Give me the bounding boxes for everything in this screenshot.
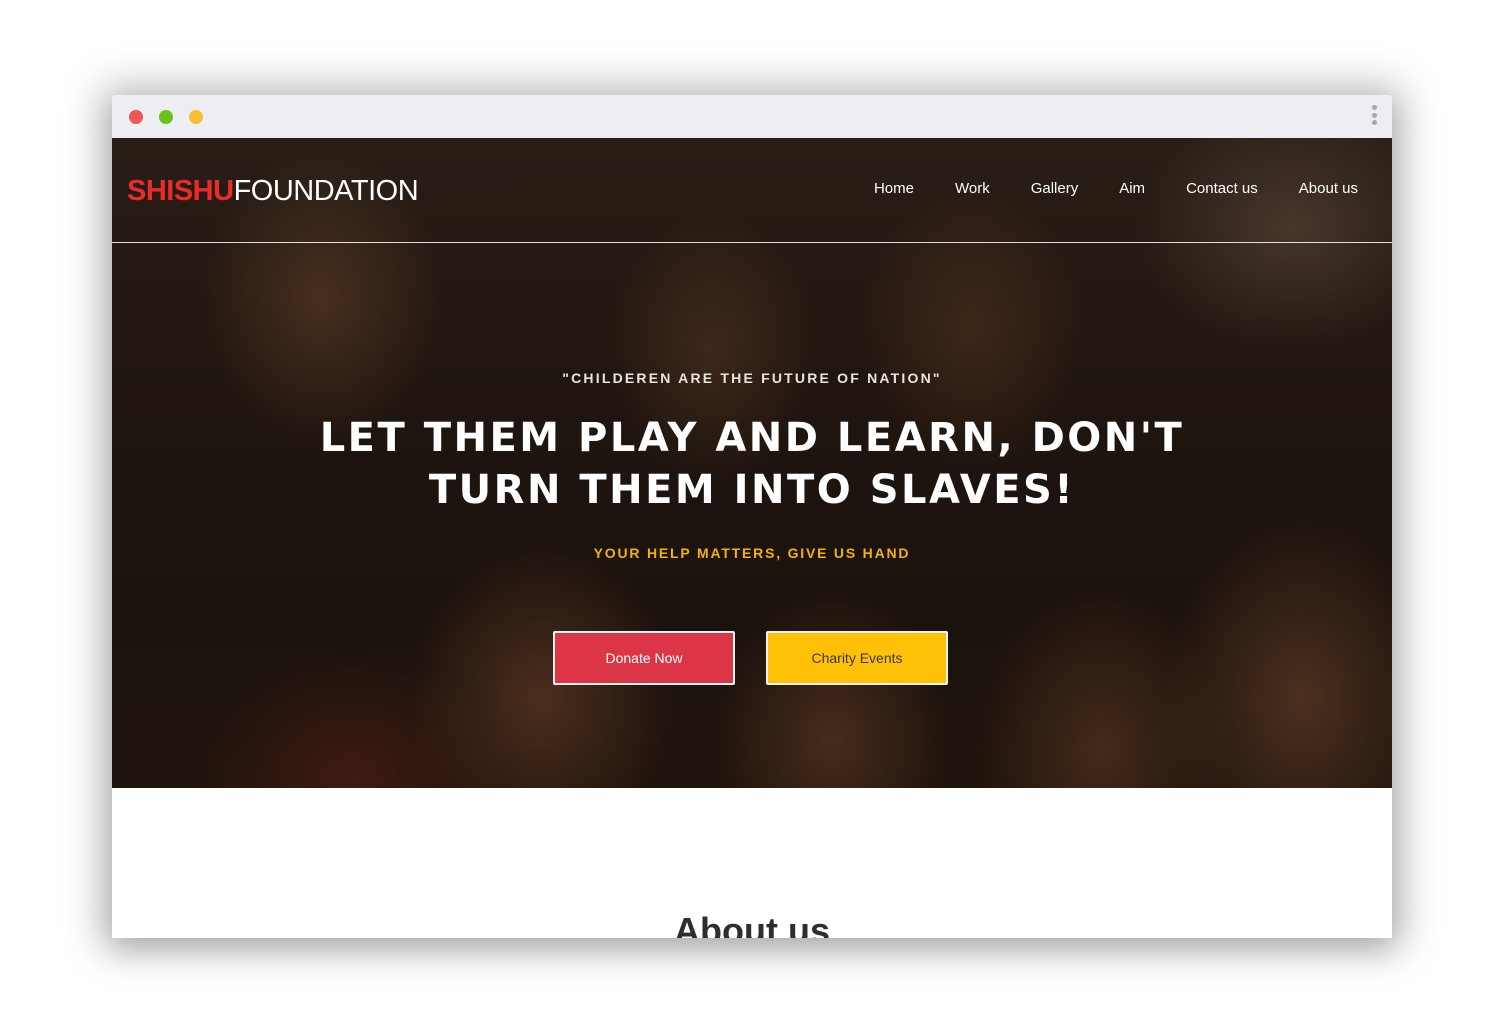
hero-section: SHISHUFOUNDATION Home Work Gallery Aim C… xyxy=(112,138,1392,788)
logo-part-foundation: FOUNDATION xyxy=(233,175,419,207)
top-navbar: SHISHUFOUNDATION Home Work Gallery Aim C… xyxy=(112,138,1392,243)
about-section: About us xyxy=(112,788,1392,938)
browser-toolbar xyxy=(112,95,1392,139)
nav-item-contact[interactable]: Contact us xyxy=(1186,178,1258,200)
page-stage: SHISHUFOUNDATION Home Work Gallery Aim C… xyxy=(0,0,1504,1018)
nav-item-gallery[interactable]: Gallery xyxy=(1031,178,1079,200)
site-logo[interactable]: SHISHUFOUNDATION xyxy=(127,174,419,208)
minimize-window-button[interactable] xyxy=(189,110,203,124)
hero-tagline: YOUR HELP MATTERS, GIVE US HAND xyxy=(593,545,911,561)
hero-headline: LET THEM PLAY AND LEARN, DON'T TURN THEM… xyxy=(319,415,1185,513)
about-heading: About us xyxy=(674,910,830,938)
nav-item-about[interactable]: About us xyxy=(1299,178,1358,200)
nav-item-aim[interactable]: Aim xyxy=(1119,178,1145,200)
main-nav: Home Work Gallery Aim Contact us About u… xyxy=(833,178,1358,200)
hero-kicker: "CHILDEREN ARE THE FUTURE OF NATION" xyxy=(562,370,942,386)
nav-item-home[interactable]: Home xyxy=(874,178,914,200)
browser-window: SHISHUFOUNDATION Home Work Gallery Aim C… xyxy=(112,95,1392,938)
maximize-window-button[interactable] xyxy=(159,110,173,124)
charity-events-button[interactable]: Charity Events xyxy=(766,631,948,685)
close-window-button[interactable] xyxy=(129,110,143,124)
kebab-icon[interactable] xyxy=(1370,105,1378,129)
donate-now-button[interactable]: Donate Now xyxy=(553,631,735,685)
logo-part-shishu: SHISHU xyxy=(127,175,234,207)
nav-item-work[interactable]: Work xyxy=(955,178,990,200)
